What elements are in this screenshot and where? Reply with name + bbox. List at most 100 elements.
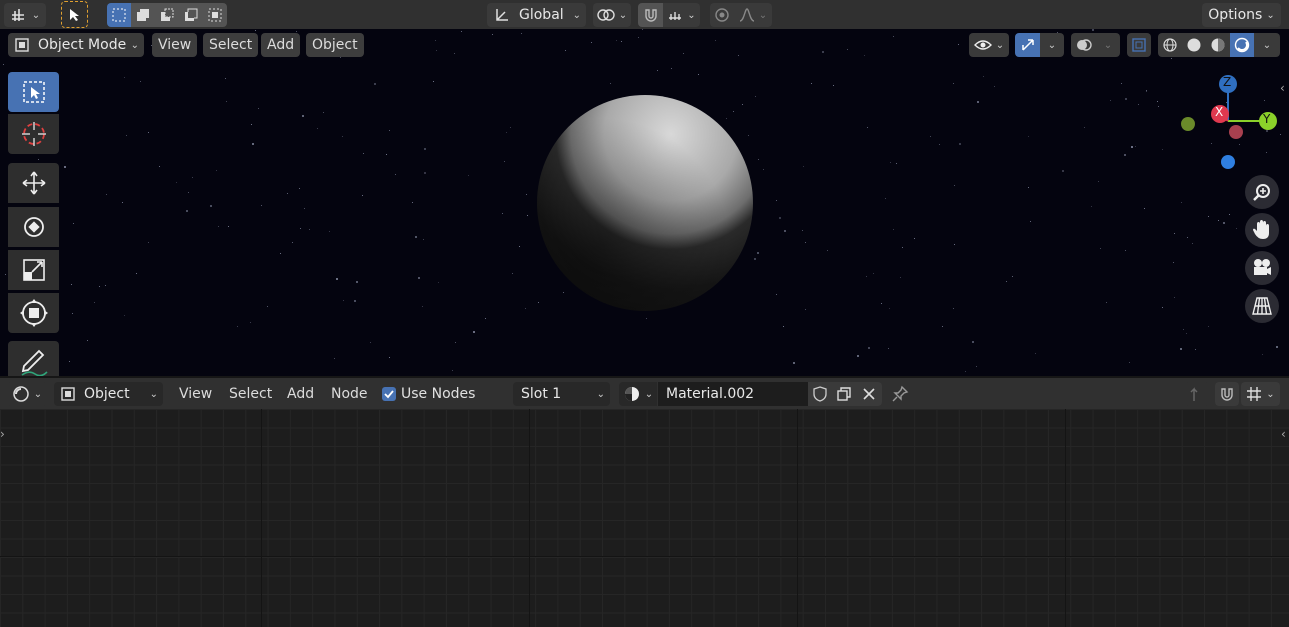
gizmo-toggle[interactable] bbox=[1015, 33, 1040, 57]
star bbox=[896, 163, 897, 164]
duplicate-material-button[interactable] bbox=[832, 382, 856, 406]
chevron-down-icon: ⌄ bbox=[130, 39, 139, 51]
tool-move[interactable] bbox=[8, 163, 59, 203]
star bbox=[422, 306, 423, 307]
menu-view[interactable]: View bbox=[152, 33, 198, 57]
camera-view-button[interactable] bbox=[1245, 251, 1279, 285]
star bbox=[124, 315, 125, 316]
star bbox=[122, 202, 123, 203]
shading-dropdown[interactable]: ⌄ bbox=[1254, 33, 1280, 57]
fake-user-button[interactable] bbox=[808, 382, 832, 406]
select-tool-button[interactable] bbox=[61, 1, 88, 28]
tool-rotate[interactable] bbox=[8, 207, 59, 247]
star bbox=[994, 86, 995, 87]
chevron-down-icon: ⌄ bbox=[31, 9, 41, 21]
menu-select[interactable]: Select bbox=[203, 33, 259, 57]
star bbox=[356, 281, 358, 283]
select-mode-subtract-button[interactable] bbox=[155, 3, 179, 27]
options-label: Options bbox=[1208, 7, 1263, 23]
star bbox=[866, 276, 867, 277]
star bbox=[1162, 307, 1163, 308]
mode-dropdown[interactable]: Object Mode ⌄ bbox=[8, 33, 144, 57]
node-editor-canvas[interactable]: › ‹ bbox=[0, 409, 1289, 627]
select-mode-intersect-button[interactable] bbox=[203, 3, 227, 27]
star bbox=[354, 300, 356, 302]
tool-cursor[interactable] bbox=[8, 114, 59, 154]
star bbox=[300, 228, 301, 229]
visibility-dropdown[interactable]: ⌄ bbox=[969, 33, 1009, 57]
browse-material-button[interactable]: ⌄ bbox=[619, 382, 657, 406]
node-menu-select[interactable]: Select bbox=[223, 382, 278, 406]
star bbox=[1280, 134, 1281, 135]
star bbox=[250, 322, 251, 323]
editor-type-button[interactable]: ⌄ bbox=[4, 3, 46, 27]
proportional-falloff-dropdown[interactable]: ⌄ bbox=[734, 3, 772, 27]
star bbox=[803, 166, 804, 167]
snap-target-dropdown[interactable]: ⌄ bbox=[663, 3, 700, 27]
shading-rendered-button[interactable] bbox=[1230, 33, 1254, 57]
node-editor-type-button[interactable]: ⌄ bbox=[7, 382, 47, 406]
star bbox=[1192, 243, 1193, 244]
proportional-editing-toggle[interactable] bbox=[710, 3, 734, 27]
star bbox=[1006, 281, 1007, 282]
shading-solid-button[interactable] bbox=[1182, 33, 1206, 57]
star bbox=[296, 31, 297, 32]
tool-select-box[interactable] bbox=[8, 72, 59, 112]
shading-wireframe-button[interactable] bbox=[1158, 33, 1182, 57]
overlays-dropdown[interactable]: ⌄ bbox=[1096, 33, 1120, 57]
xray-toggle[interactable] bbox=[1127, 33, 1151, 57]
gizmo-z-label: Z bbox=[1223, 75, 1232, 89]
star bbox=[1121, 83, 1122, 84]
select-extend-icon bbox=[135, 7, 151, 23]
star bbox=[1098, 181, 1099, 182]
tool-annotate[interactable] bbox=[8, 341, 59, 376]
tool-scale[interactable] bbox=[8, 250, 59, 290]
options-dropdown[interactable]: Options ⌄ bbox=[1202, 3, 1281, 27]
node-menu-add[interactable]: Add bbox=[281, 382, 320, 406]
perspective-toggle-button[interactable] bbox=[1245, 289, 1279, 323]
overlays-toggle[interactable] bbox=[1071, 33, 1096, 57]
navigation-gizmo[interactable]: Z Y X bbox=[1170, 69, 1280, 179]
transform-orientation-dropdown[interactable]: Global ⌄ bbox=[487, 3, 586, 27]
shader-type-dropdown[interactable]: Object ⌄ bbox=[54, 382, 163, 406]
star bbox=[1124, 154, 1126, 156]
sidebar-expand-arrow-icon[interactable]: ‹ bbox=[1281, 427, 1286, 441]
node-snap-toggle[interactable] bbox=[1215, 382, 1239, 406]
star bbox=[261, 205, 262, 206]
pivot-point-dropdown[interactable]: ⌄ bbox=[593, 3, 631, 27]
star bbox=[1146, 91, 1147, 92]
unlink-material-button[interactable] bbox=[856, 382, 882, 406]
node-menu-node[interactable]: Node bbox=[325, 382, 374, 406]
sidebar-expand-arrow-icon[interactable]: ‹ bbox=[1280, 81, 1285, 95]
toolbar-expand-arrow-icon[interactable]: › bbox=[0, 427, 5, 441]
snap-toggle[interactable] bbox=[638, 3, 663, 27]
material-name-field[interactable]: Material.002 bbox=[658, 382, 808, 406]
star bbox=[71, 284, 72, 285]
menu-object[interactable]: Object bbox=[306, 33, 364, 57]
proportional-circle-icon bbox=[714, 7, 730, 23]
gizmo-dropdown[interactable]: ⌄ bbox=[1040, 33, 1064, 57]
zoom-button[interactable] bbox=[1245, 175, 1279, 209]
transform-icon bbox=[19, 298, 49, 328]
node-menu-view[interactable]: View bbox=[173, 382, 218, 406]
tool-transform[interactable] bbox=[8, 293, 59, 333]
scale-icon bbox=[20, 256, 48, 284]
material-slot-dropdown[interactable]: Slot 1 ⌄ bbox=[513, 382, 610, 406]
select-mode-extend-button[interactable] bbox=[131, 3, 155, 27]
select-mode-invert-button[interactable] bbox=[179, 3, 203, 27]
shading-material-button[interactable] bbox=[1206, 33, 1230, 57]
star bbox=[342, 136, 343, 137]
star bbox=[591, 42, 592, 43]
pan-button[interactable] bbox=[1245, 213, 1279, 247]
3d-viewport[interactable]: Object Mode ⌄ View Select Add Object ⌄ ⌄… bbox=[0, 29, 1289, 376]
star bbox=[1174, 297, 1175, 298]
star bbox=[867, 127, 868, 128]
menu-add[interactable]: Add bbox=[261, 33, 301, 57]
star bbox=[1173, 262, 1174, 263]
select-mode-new-button[interactable] bbox=[107, 3, 131, 27]
node-snap-target-dropdown[interactable]: ⌄ bbox=[1241, 382, 1280, 406]
parent-node-tree-button[interactable] bbox=[1185, 382, 1209, 406]
use-nodes-checkbox[interactable]: Use Nodes bbox=[382, 382, 475, 406]
pin-button[interactable] bbox=[891, 385, 909, 407]
star bbox=[1181, 202, 1182, 203]
